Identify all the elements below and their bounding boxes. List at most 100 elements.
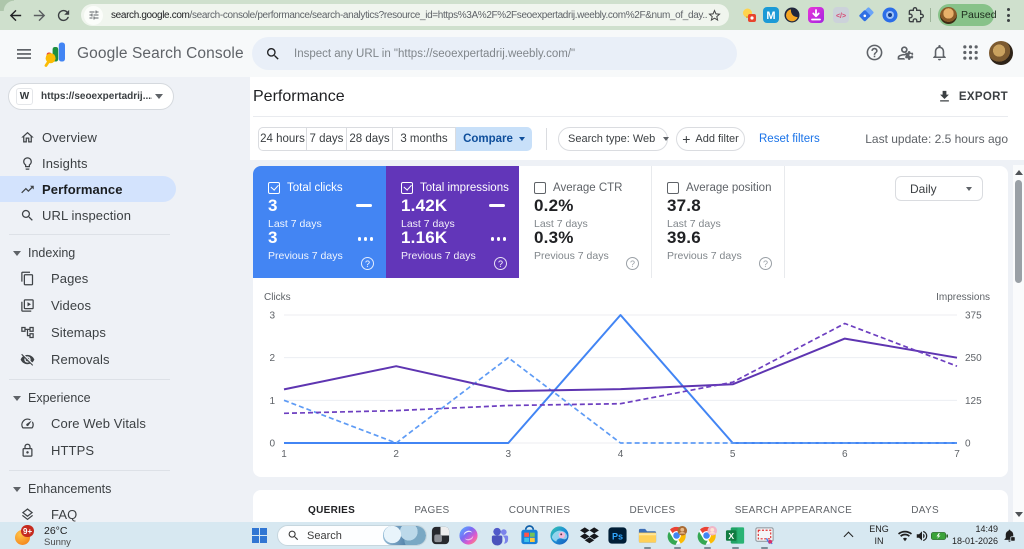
total-clicks-card[interactable]: Total clicks 3 Last 7 days 3 Previous 7 … xyxy=(253,166,386,278)
page-scrollbar[interactable] xyxy=(1013,165,1024,522)
checkbox-checked-icon[interactable] xyxy=(401,182,413,194)
taskbar-chrome-profile2-icon[interactable] xyxy=(697,525,718,546)
export-button[interactable]: EXPORT xyxy=(937,89,1008,104)
notifications-bell-icon[interactable] xyxy=(930,43,949,62)
range-24-hours-button[interactable]: 24 hours xyxy=(258,127,307,151)
help-circle-icon[interactable]: ? xyxy=(361,257,374,270)
clock[interactable]: 14:49 18-01-2026 xyxy=(930,524,998,547)
taskbar-teams-icon[interactable] xyxy=(489,525,510,546)
svg-text:Ps: Ps xyxy=(611,531,622,541)
plus-icon: + xyxy=(682,131,691,147)
taskbar-weather-widget[interactable]: 9+ 26°C Sunny xyxy=(15,523,71,548)
search-highlight-image[interactable] xyxy=(383,526,426,545)
browser-forward-button[interactable] xyxy=(31,7,48,24)
apps-grid-icon[interactable] xyxy=(962,44,979,61)
taskbar-edge-icon[interactable] xyxy=(549,525,570,546)
sidebar-item-pages[interactable]: Pages xyxy=(0,265,240,292)
taskbar-dropbox-icon[interactable] xyxy=(579,525,600,546)
scroll-down-arrow[interactable] xyxy=(1014,512,1023,517)
browser-menu-icon[interactable] xyxy=(1007,6,1011,24)
help-circle-icon[interactable]: ? xyxy=(759,257,772,270)
add-filter-button[interactable]: + Add filter xyxy=(676,127,745,151)
taskbar-capture-icon[interactable] xyxy=(754,525,775,546)
range-3-months-button[interactable]: 3 months xyxy=(392,127,456,151)
taskbar-chrome-profile1-icon[interactable] xyxy=(667,525,688,546)
solid-line-legend-icon xyxy=(356,204,372,207)
checkbox-unchecked-icon[interactable] xyxy=(667,182,679,194)
running-app-indicator xyxy=(703,546,711,549)
search-type-dropdown[interactable]: Search type: Web xyxy=(558,127,670,151)
help-icon[interactable] xyxy=(865,43,884,62)
extension-keyword-tool-icon[interactable] xyxy=(741,7,757,23)
extension-moon-icon[interactable] xyxy=(784,7,800,23)
browser-reload-button[interactable] xyxy=(55,7,72,24)
extensions-puzzle-icon[interactable] xyxy=(908,7,924,23)
sidebar-section-experience[interactable]: Experience xyxy=(0,386,240,410)
account-avatar[interactable] xyxy=(989,41,1013,65)
total-impressions-card[interactable]: Total impressions 1.42K Last 7 days 1.16… xyxy=(386,166,519,278)
sidebar-item-https[interactable]: HTTPS xyxy=(0,437,240,464)
sync-paused-label: Paused xyxy=(961,9,997,21)
taskbar-store-icon[interactable] xyxy=(519,525,540,546)
checkbox-checked-icon[interactable] xyxy=(268,182,280,194)
manage-account-icon[interactable] xyxy=(896,43,916,63)
menu-hamburger-icon[interactable] xyxy=(17,49,31,59)
svg-text:Impressions: Impressions xyxy=(936,292,990,303)
sidebar-divider xyxy=(9,234,170,235)
sidebar-section-indexing[interactable]: Indexing xyxy=(0,241,240,265)
download-icon xyxy=(940,90,949,102)
sidebar-item-url-inspection[interactable]: URL inspection xyxy=(0,202,240,228)
browser-profile-avatar xyxy=(940,6,957,24)
bookmark-star-icon[interactable] xyxy=(707,8,722,23)
app-body: W https://seoexpertadrij.... Overview In… xyxy=(0,77,1024,549)
wifi-icon[interactable] xyxy=(898,529,912,543)
sidebar-item-insights[interactable]: Insights xyxy=(0,150,240,176)
taskbar-copilot-icon[interactable] xyxy=(458,525,479,546)
language-indicator[interactable]: ENG IN xyxy=(866,524,892,547)
compare-button[interactable]: Compare xyxy=(456,127,532,151)
taskbar-file-explorer-icon[interactable] xyxy=(637,525,658,546)
url-inspect-searchbox[interactable]: Inspect any URL in "https://seoexpertadr… xyxy=(252,37,737,70)
start-button[interactable] xyxy=(252,528,267,543)
tray-expand-chevron[interactable] xyxy=(845,531,853,539)
performance-chart[interactable]: 01230125250375Clicks Impressions1 2 3 4 5 6 7 xyxy=(253,286,1008,471)
average-position-card[interactable]: Average position 37.8 Last 7 days 39.6 P… xyxy=(652,166,785,278)
sidebar-item-videos[interactable]: Videos xyxy=(0,292,240,319)
sidebar-item-sitemaps[interactable]: Sitemaps xyxy=(0,319,240,346)
extension-camera-icon[interactable] xyxy=(882,7,898,23)
help-circle-icon[interactable]: ? xyxy=(626,257,639,270)
toolbar-separator xyxy=(930,8,931,22)
property-selector[interactable]: W https://seoexpertadrij.... xyxy=(8,83,174,110)
sidebar-item-core-web-vitals[interactable]: Core Web Vitals xyxy=(0,410,240,437)
browser-back-button[interactable] xyxy=(7,7,24,24)
sidebar-section-enhancements[interactable]: Enhancements xyxy=(0,477,240,501)
volume-icon[interactable] xyxy=(915,529,929,543)
range-7-days-button[interactable]: 7 days xyxy=(306,127,347,151)
sidebar-item-performance[interactable]: Performance xyxy=(0,176,176,202)
extension-tags-icon[interactable] xyxy=(858,7,874,23)
taskbar-photoshop-icon[interactable]: Ps xyxy=(607,525,628,546)
taskbar-excel-icon[interactable]: X xyxy=(725,525,746,546)
checkbox-unchecked-icon[interactable] xyxy=(534,182,546,194)
chevron-down-icon xyxy=(663,137,670,141)
sidebar-item-overview[interactable]: Overview xyxy=(0,124,240,150)
address-bar[interactable]: search.google.com/search-console/perform… xyxy=(81,4,729,26)
scroll-up-arrow[interactable] xyxy=(1014,170,1023,175)
help-circle-icon[interactable]: ? xyxy=(494,257,507,270)
svg-text:4: 4 xyxy=(618,449,624,460)
granularity-dropdown[interactable]: Daily xyxy=(895,176,983,201)
tray-notification-bell-icon[interactable] xyxy=(1002,528,1017,543)
average-ctr-card[interactable]: Average CTR 0.2% Last 7 days 0.3% Previo… xyxy=(519,166,652,278)
extension-downloader-icon[interactable] xyxy=(808,7,824,23)
scrollbar-thumb[interactable] xyxy=(1015,180,1022,283)
taskbar-dark-app-icon[interactable] xyxy=(430,525,451,546)
browser-profile-chip[interactable]: Paused xyxy=(938,4,997,26)
extension-code-icon[interactable]: </> xyxy=(833,7,849,23)
site-settings-icon[interactable] xyxy=(84,5,103,25)
reset-filters-link[interactable]: Reset filters xyxy=(759,133,820,145)
svg-text:2: 2 xyxy=(269,353,275,364)
range-28-days-button[interactable]: 28 days xyxy=(346,127,393,151)
taskbar-search[interactable]: Search xyxy=(277,525,427,546)
extension-mail-icon[interactable]: M xyxy=(763,7,779,23)
sidebar-item-removals[interactable]: Removals xyxy=(0,346,240,373)
